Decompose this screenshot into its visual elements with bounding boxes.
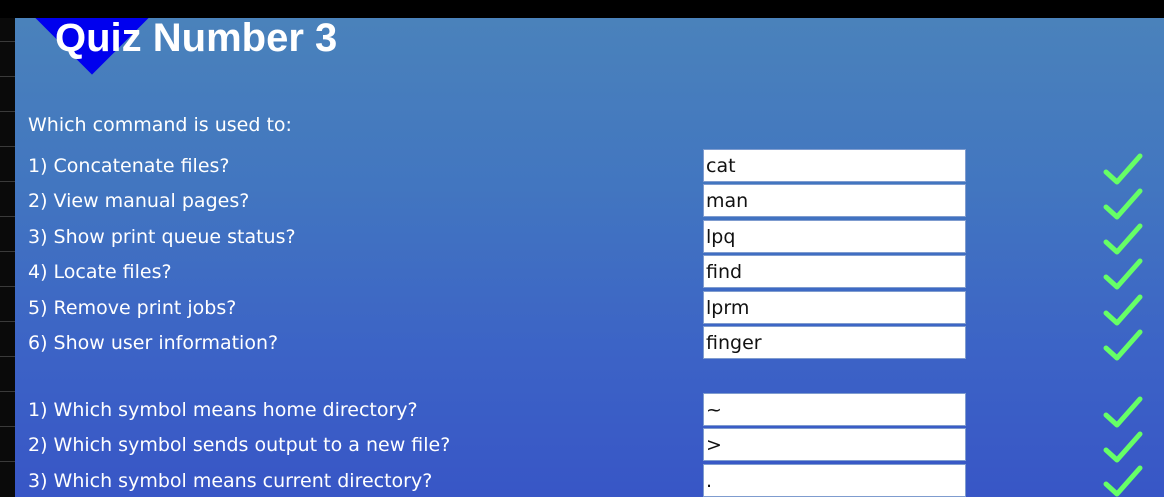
- quiz-intro: Which command is used to:: [28, 114, 292, 136]
- strip-divider: [0, 321, 15, 322]
- question-label: 1) Which symbol means home directory?: [28, 399, 418, 421]
- answer-field[interactable]: finger: [703, 326, 966, 359]
- strip-divider: [0, 286, 15, 287]
- check-icon: [1103, 258, 1143, 290]
- thumbnail-strip: [0, 18, 15, 497]
- answer-field[interactable]: man: [703, 184, 966, 217]
- question-label: 2) Which symbol sends output to a new fi…: [28, 434, 451, 456]
- question-label: 1) Concatenate files?: [28, 155, 230, 177]
- answer-field[interactable]: ~: [703, 393, 966, 426]
- strip-divider: [0, 76, 15, 77]
- strip-divider: [0, 216, 15, 217]
- strip-divider: [0, 426, 15, 427]
- question-label: 4) Locate files?: [28, 261, 172, 283]
- check-icon: [1103, 223, 1143, 255]
- presentation-window: Quiz Number 3 Which command is used to: …: [0, 0, 1164, 497]
- strip-divider: [0, 356, 15, 357]
- check-icon: [1103, 188, 1143, 220]
- quiz-slide: Quiz Number 3 Which command is used to: …: [15, 18, 1164, 497]
- strip-divider: [0, 111, 15, 112]
- check-icon: [1103, 396, 1143, 428]
- strip-divider: [0, 461, 15, 462]
- question-label: 2) View manual pages?: [28, 190, 250, 212]
- strip-divider: [0, 146, 15, 147]
- quiz-title: Quiz Number 3: [55, 18, 338, 60]
- strip-divider: [0, 391, 15, 392]
- answer-field[interactable]: cat: [703, 149, 966, 182]
- check-icon: [1103, 465, 1143, 497]
- question-label: 3) Show print queue status?: [28, 226, 296, 248]
- answer-field[interactable]: lpq: [703, 220, 966, 253]
- answer-field[interactable]: find: [703, 255, 966, 288]
- answer-field[interactable]: >: [703, 428, 966, 461]
- strip-divider: [0, 251, 15, 252]
- strip-divider: [0, 41, 15, 42]
- top-bar: [0, 0, 1164, 18]
- check-icon: [1103, 294, 1143, 326]
- answer-field[interactable]: lprm: [703, 291, 966, 324]
- question-label: 3) Which symbol means current directory?: [28, 470, 433, 492]
- strip-divider: [0, 181, 15, 182]
- answer-field[interactable]: .: [703, 464, 966, 497]
- check-icon: [1103, 329, 1143, 361]
- question-label: 6) Show user information?: [28, 332, 279, 354]
- check-icon: [1103, 153, 1143, 185]
- question-label: 5) Remove print jobs?: [28, 297, 237, 319]
- check-icon: [1103, 431, 1143, 463]
